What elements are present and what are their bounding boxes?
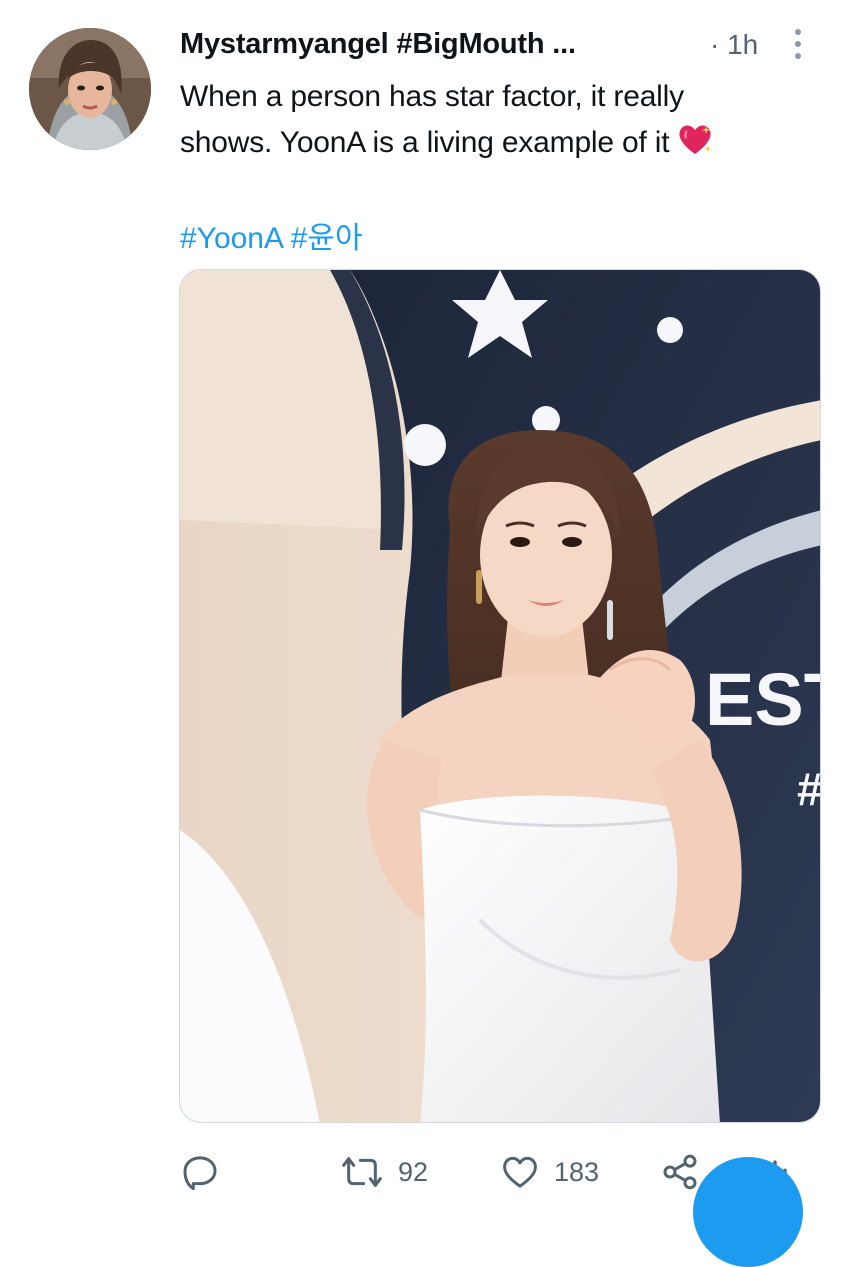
backdrop-text: EST [705,658,821,741]
share-button[interactable] [660,1148,700,1196]
retweet-button[interactable]: 92 [340,1148,428,1196]
avatar[interactable] [29,28,151,150]
tweet-text-line-2-content: shows. YoonA is a living example of it [180,126,670,159]
tweet-text: When a person has star factor, it really… [180,74,820,170]
display-name[interactable]: Mystarmyangel #BigMouth ... [180,28,576,61]
timestamp[interactable]: · 1h [710,29,758,61]
retweet-icon [340,1152,384,1192]
tweet-photo[interactable]: EST # [179,269,821,1123]
tweet-text-line-2: shows. YoonA is a living example of it [180,120,820,170]
timestamp-separator: · [710,29,720,60]
sparkling-heart-icon [677,122,713,170]
backdrop-symbol: # [797,763,821,815]
hashtag-yoona-korean[interactable]: #윤아 [291,222,363,255]
more-options-icon[interactable] [790,26,806,62]
tweet-header: Mystarmyangel #BigMouth ... · 1h [180,24,810,64]
timestamp-value: 1h [727,29,759,60]
like-count: 183 [554,1156,600,1187]
hashtags: #YoonA #윤아 [180,213,363,257]
tweet-text-line-1: When a person has star factor, it really [180,80,684,113]
like-icon [500,1152,540,1192]
compose-tweet-button[interactable] [693,1157,803,1267]
like-button[interactable]: 183 [500,1148,599,1196]
photo-illustration: EST # [180,270,821,1122]
hashtag-yoona[interactable]: #YoonA [180,222,282,255]
reply-icon [180,1152,220,1192]
share-icon [660,1152,700,1192]
avatar-image [29,28,151,150]
reply-button[interactable] [180,1148,220,1196]
retweet-count: 92 [398,1156,429,1187]
